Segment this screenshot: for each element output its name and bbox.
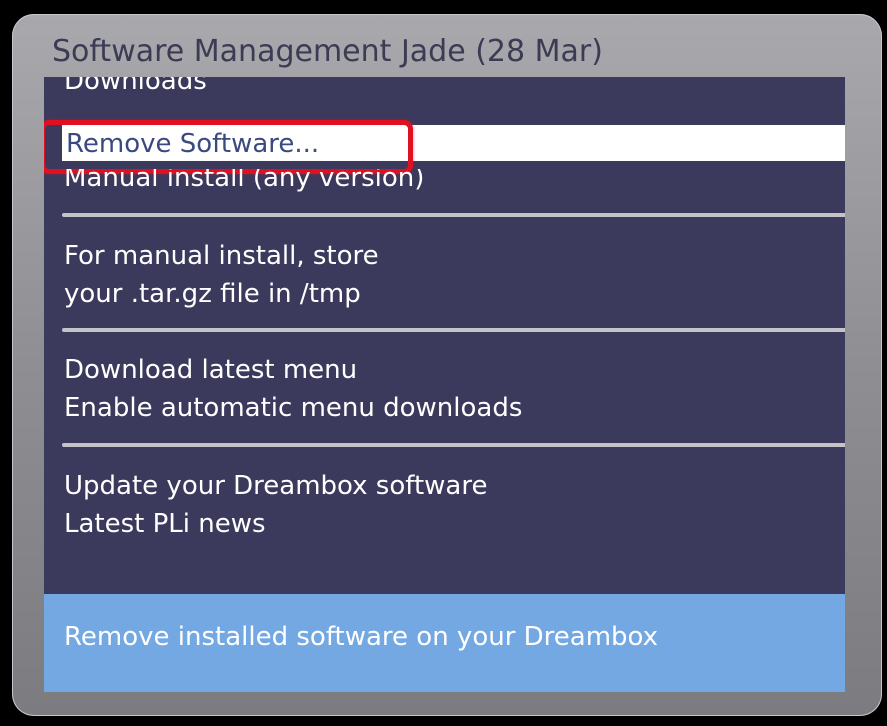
- menu-item-enable-auto-downloads[interactable]: Enable automatic menu downloads: [64, 391, 522, 425]
- description-text: Remove installed software on your Dreamb…: [64, 622, 659, 652]
- menu-item-downloads[interactable]: Downloads: [64, 77, 207, 99]
- description-bar: Remove installed software on your Dreamb…: [44, 594, 845, 692]
- menu-item-download-latest-menu[interactable]: Download latest menu: [64, 353, 357, 387]
- software-management-window: Software Management Jade (28 Mar) Downlo…: [12, 14, 882, 716]
- menu-panel: Downloads Remove Software... Manual inst…: [44, 77, 845, 692]
- menu-item-downloads-label: Downloads: [64, 77, 207, 96]
- separator: [62, 443, 845, 447]
- window-title: Software Management Jade (28 Mar): [52, 34, 603, 69]
- menu-item-manual-install[interactable]: Manual install (any version): [64, 169, 424, 195]
- menu-item-manual-install-label: Manual install (any version): [64, 169, 425, 193]
- highlight-outline: [44, 120, 413, 174]
- separator: [62, 328, 845, 332]
- manual-install-note-line1: For manual install, store: [64, 241, 379, 271]
- separator: [62, 213, 845, 217]
- menu-item-update-software[interactable]: Update your Dreambox software: [64, 469, 487, 503]
- screen-frame: Software Management Jade (28 Mar) Downlo…: [0, 0, 887, 726]
- menu-item-pli-news[interactable]: Latest PLi news: [64, 507, 266, 541]
- manual-install-note-line2: your .tar.gz file in /tmp: [64, 279, 361, 309]
